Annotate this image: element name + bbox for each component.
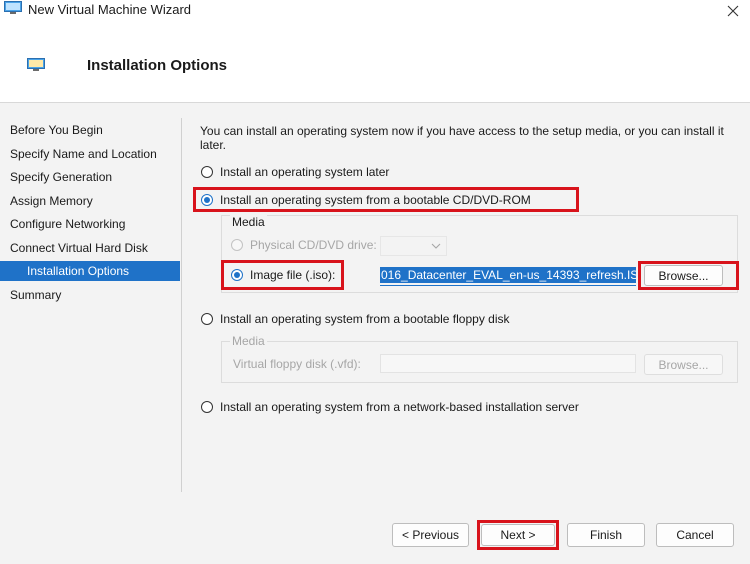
chevron-down-icon	[431, 243, 441, 249]
cd-media-title: Media	[230, 215, 267, 229]
sidebar-divider	[181, 118, 182, 492]
physical-drive-label: Physical CD/DVD drive:	[250, 238, 377, 252]
sidebar-item-before-you-begin[interactable]: Before You Begin	[0, 120, 180, 140]
sidebar-item-connect-virtual-hard-disk[interactable]: Connect Virtual Hard Disk	[0, 238, 180, 258]
finish-button[interactable]: Finish	[567, 523, 645, 547]
close-icon	[727, 5, 739, 17]
next-button[interactable]: Next >	[481, 524, 555, 546]
intro-text: You can install an operating system now …	[200, 124, 724, 152]
install-later-radio[interactable]	[201, 166, 213, 178]
install-network-radio[interactable]	[201, 401, 213, 413]
image-file-label[interactable]: Image file (.iso):	[250, 268, 335, 282]
sidebar-item-label: Before You Begin	[10, 123, 103, 137]
cancel-button[interactable]: Cancel	[656, 523, 734, 547]
sidebar-item-assign-memory[interactable]: Assign Memory	[0, 191, 180, 211]
install-later-label[interactable]: Install an operating system later	[220, 165, 389, 179]
install-floppy-radio[interactable]	[201, 313, 213, 325]
browse-iso-button[interactable]: Browse...	[644, 265, 723, 286]
sidebar-item-label: Connect Virtual Hard Disk	[10, 241, 148, 255]
virtual-machine-icon	[4, 1, 22, 14]
sidebar-item-label: Summary	[10, 288, 62, 302]
physical-drive-dropdown[interactable]	[380, 236, 447, 256]
virtual-machine-icon	[27, 58, 45, 71]
sidebar-item-specify-name-and-location[interactable]: Specify Name and Location	[0, 144, 180, 164]
sidebar-item-label: Installation Options	[27, 264, 130, 278]
vfd-label: Virtual floppy disk (.vfd):	[233, 357, 361, 371]
previous-button[interactable]: < Previous	[392, 523, 469, 547]
sidebar-item-label: Specify Generation	[10, 170, 113, 184]
sidebar-item-label: Specify Name and Location	[10, 147, 157, 161]
window-title: New Virtual Machine Wizard	[28, 2, 192, 17]
install-floppy-label[interactable]: Install an operating system from a boota…	[220, 312, 510, 326]
browse-vfd-button[interactable]: Browse...	[644, 354, 723, 375]
floppy-media-title: Media	[230, 334, 267, 348]
sidebar-item-configure-networking[interactable]: Configure Networking	[0, 214, 180, 234]
sidebar-item-installation-options[interactable]: Installation Options	[0, 261, 180, 281]
page-title: Installation Options	[87, 57, 228, 74]
image-file-radio[interactable]	[231, 269, 243, 281]
physical-drive-radio[interactable]	[231, 239, 243, 251]
image-file-input[interactable]: 016_Datacenter_EVAL_en-us_14393_refresh.…	[380, 266, 636, 286]
sidebar-item-specify-generation[interactable]: Specify Generation	[0, 167, 180, 187]
sidebar-item-label: Assign Memory	[10, 194, 93, 208]
install-network-label[interactable]: Install an operating system from a netwo…	[220, 400, 579, 414]
close-button[interactable]	[716, 0, 750, 22]
vfd-input[interactable]	[380, 354, 636, 373]
sidebar-item-summary[interactable]: Summary	[0, 285, 180, 305]
image-file-value: 016_Datacenter_EVAL_en-us_14393_refresh.…	[380, 267, 636, 283]
install-cd-radio[interactable]	[201, 194, 213, 206]
sidebar-item-label: Configure Networking	[10, 217, 126, 231]
wizard-steps-sidebar: Before You Begin Specify Name and Locati…	[0, 118, 180, 492]
install-cd-label[interactable]: Install an operating system from a boota…	[220, 193, 531, 207]
